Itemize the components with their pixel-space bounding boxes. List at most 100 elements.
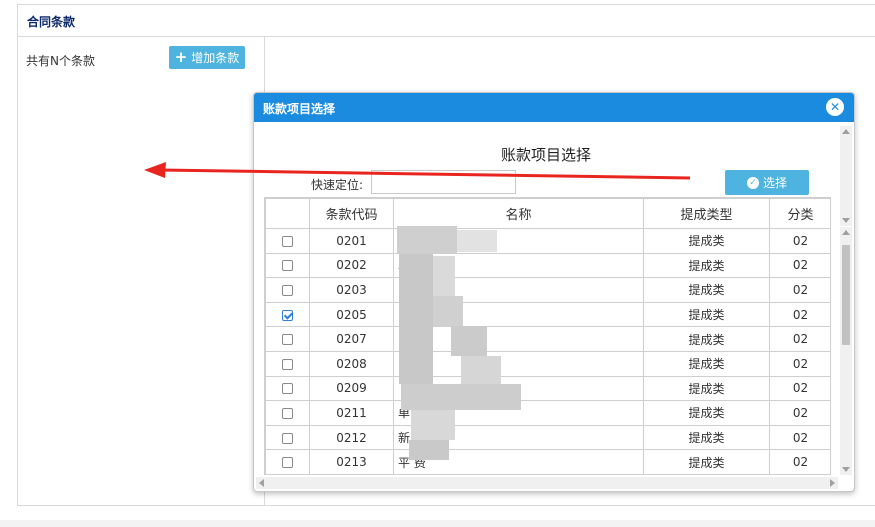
scroll-right-arrow[interactable] — [830, 479, 835, 487]
row-checkbox[interactable] — [282, 383, 293, 395]
page-footer-strip — [0, 520, 875, 527]
table-row[interactable]: 0208 提成类 02 — [265, 350, 830, 377]
row-category: 02 — [769, 277, 830, 303]
row-code: 0212 — [309, 424, 394, 451]
column-header-type[interactable]: 提成类型 — [643, 198, 770, 229]
row-category: 02 — [769, 350, 830, 377]
close-icon: ✕ — [829, 100, 841, 114]
row-select-cell[interactable] — [265, 326, 310, 352]
row-category: 02 — [769, 400, 830, 426]
row-name — [393, 301, 644, 328]
select-button[interactable]: ✓ 选择 — [725, 170, 809, 195]
scroll-left-arrow[interactable] — [259, 479, 264, 487]
row-checkbox[interactable] — [282, 235, 293, 247]
grid-scroll-up-arrow[interactable] — [842, 230, 850, 235]
table-row[interactable]: 0202 单) 提成类 02 — [265, 252, 830, 279]
row-code: 0207 — [309, 326, 394, 352]
row-type: 提成类 — [643, 375, 770, 402]
row-name — [393, 326, 644, 352]
row-select-cell[interactable] — [265, 375, 310, 402]
row-select-cell[interactable] — [265, 400, 310, 426]
row-checkbox[interactable] — [282, 284, 293, 296]
row-checkbox[interactable] — [282, 260, 293, 272]
row-checkbox[interactable] — [282, 407, 293, 419]
row-type: 提成类 — [643, 228, 770, 254]
row-code: 0213 — [309, 449, 394, 474]
table-row[interactable]: 0213 平 费提成类 02 — [265, 449, 830, 474]
row-type: 提成类 — [643, 326, 770, 352]
row-type: 提成类 — [643, 277, 770, 303]
row-select-cell[interactable] — [265, 301, 310, 328]
table-row[interactable]: 0212 新提成类 02 — [265, 424, 830, 451]
row-type: 提成类 — [643, 449, 770, 474]
row-code: 0209 — [309, 375, 394, 402]
row-type: 提成类 — [643, 400, 770, 426]
scroll-down-arrow[interactable] — [842, 218, 850, 223]
row-category: 02 — [769, 449, 830, 474]
table-header-row: 条款代码 名称 提成类型 分类 — [265, 198, 830, 229]
dialog-close-button[interactable]: ✕ — [826, 98, 844, 116]
row-code: 0202 — [309, 252, 394, 279]
add-clause-button[interactable]: + 增加条款 — [169, 46, 245, 69]
row-code: 0211 — [309, 400, 394, 426]
dialog-heading: 账款项目选择 — [500, 146, 591, 164]
row-checkbox[interactable] — [282, 457, 293, 469]
row-name — [393, 277, 644, 303]
row-select-cell[interactable] — [265, 449, 310, 474]
row-select-cell[interactable] — [265, 277, 310, 303]
row-checkbox[interactable] — [282, 358, 293, 370]
row-code: 0208 — [309, 350, 394, 377]
table-row[interactable]: 0205 提成类 02 — [265, 301, 830, 328]
page-title: 合同条款 — [27, 15, 76, 29]
row-name: 新 — [393, 424, 644, 451]
quick-locate-label: 快速定位: — [311, 178, 364, 192]
row-category: 02 — [769, 424, 830, 451]
add-clause-label: 增加条款 — [191, 51, 240, 65]
table-row[interactable]: 0211 单) 提成类 02 — [265, 400, 830, 426]
row-type: 提成类 — [643, 301, 770, 328]
dialog-horizontal-scrollbar[interactable] — [256, 477, 838, 489]
table-row[interactable]: 0209 提成类 02 — [265, 375, 830, 402]
row-category: 02 — [769, 228, 830, 254]
select-button-label: 选择 — [762, 176, 787, 190]
row-select-cell[interactable] — [265, 424, 310, 451]
clause-list-panel: 共有N个条款 + 增加条款 — [18, 36, 265, 505]
table-row[interactable]: 0201 ) 提成类 02 — [265, 228, 830, 254]
row-code: 0205 — [309, 301, 394, 328]
plus-icon: + — [174, 48, 188, 66]
row-select-cell[interactable] — [265, 252, 310, 279]
account-items-grid: 条款代码 名称 提成类型 分类 0201 ) 提成类 02 0202 单) 提成类 02 0… — [264, 197, 831, 475]
grid-scroll-thumb[interactable] — [842, 245, 850, 345]
table-row[interactable]: 0207 提成类 02 — [265, 326, 830, 352]
row-category: 02 — [769, 301, 830, 328]
row-name — [393, 375, 644, 402]
scroll-up-arrow[interactable] — [842, 129, 850, 134]
row-code: 0203 — [309, 277, 394, 303]
row-name: 单) — [393, 252, 644, 279]
row-checkbox[interactable] — [282, 334, 293, 346]
row-checkbox[interactable] — [282, 432, 293, 444]
grid-vertical-scrollbar[interactable] — [840, 227, 852, 475]
quick-locate-input[interactable] — [371, 170, 516, 194]
row-category: 02 — [769, 375, 830, 402]
dialog-vertical-scrollbar[interactable] — [840, 126, 852, 226]
row-name — [393, 350, 644, 377]
table-row[interactable]: 0203 提成类 02 — [265, 277, 830, 303]
row-category: 02 — [769, 326, 830, 352]
row-name: 平 费 — [393, 449, 644, 474]
column-header-select — [265, 198, 310, 229]
row-checkbox[interactable] — [282, 309, 293, 321]
row-type: 提成类 — [643, 252, 770, 279]
account-items-table: 条款代码 名称 提成类型 分类 0201 ) 提成类 02 0202 单) 提成类 02 0… — [265, 198, 830, 474]
row-type: 提成类 — [643, 350, 770, 377]
dialog-title: 账款项目选择 — [263, 102, 336, 116]
column-header-name[interactable]: 名称 — [393, 198, 644, 229]
grid-scroll-down-arrow[interactable] — [842, 467, 850, 472]
row-select-cell[interactable] — [265, 350, 310, 377]
row-select-cell[interactable] — [265, 228, 310, 254]
column-header-code[interactable]: 条款代码 — [309, 198, 394, 229]
dialog-titlebar[interactable]: 账款项目选择 ✕ — [254, 93, 854, 122]
row-name: 单) — [393, 400, 644, 426]
row-code: 0201 — [309, 228, 394, 254]
column-header-category[interactable]: 分类 — [769, 198, 830, 229]
